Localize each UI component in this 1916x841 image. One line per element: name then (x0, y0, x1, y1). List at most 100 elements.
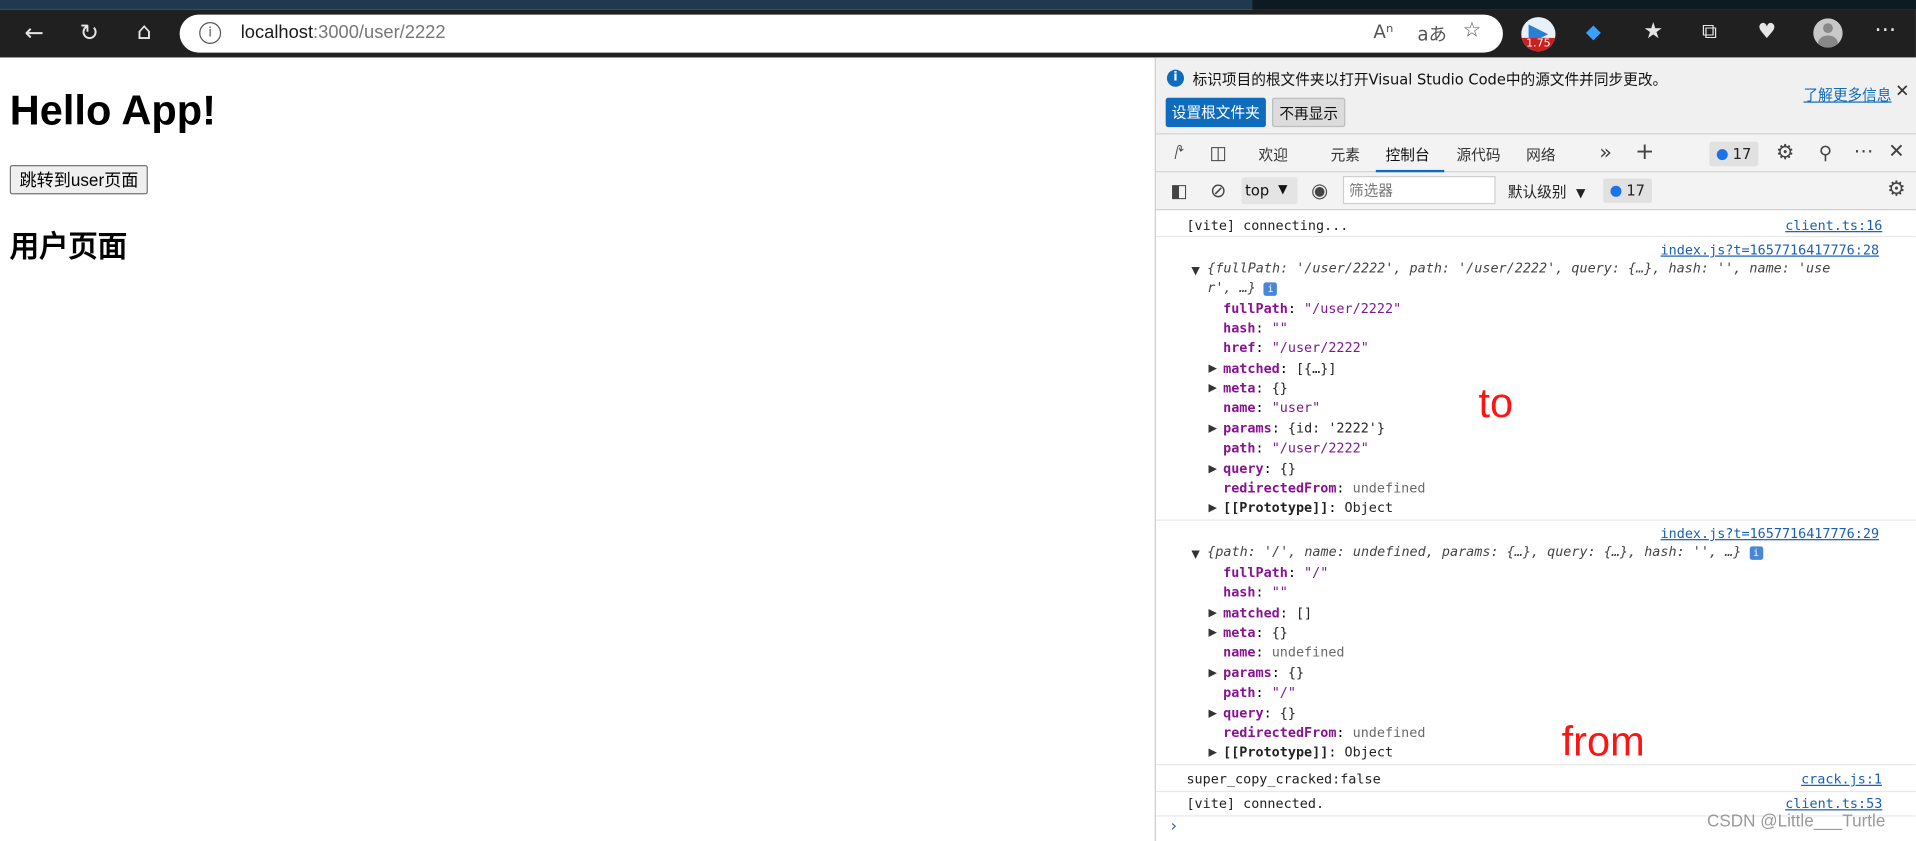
object-property[interactable]: meta: {} (1223, 380, 1288, 397)
issues-counter[interactable]: 17 (1709, 141, 1759, 167)
dont-show-again-button[interactable]: 不再显示 (1271, 97, 1346, 128)
clear-console-icon[interactable]: ⊘ (1206, 179, 1230, 202)
device-toolbar-icon[interactable]: ◫ (1206, 142, 1230, 164)
object-summary: r', …} i (1207, 280, 1278, 297)
collections-icon[interactable]: ⧉ (1694, 17, 1726, 46)
tab-welcome[interactable]: 欢迎 (1259, 144, 1288, 165)
page-title: Hello App! (9, 88, 216, 135)
console-prompt-icon[interactable]: › (1171, 818, 1177, 836)
context-select[interactable]: top ▼ (1241, 177, 1298, 205)
watermark: CSDN @Little___Turtle (1706, 810, 1886, 831)
object-property[interactable]: matched: [{…}] (1223, 361, 1336, 378)
source-link[interactable]: index.js?t=1657716417776:28 (1661, 242, 1879, 259)
expand-triangle-icon[interactable]: ▶ (1208, 625, 1216, 642)
avatar[interactable] (1813, 18, 1843, 48)
console-settings-icon[interactable]: ⚙ (1884, 178, 1908, 200)
favorite-add-icon[interactable]: ☆ (1463, 18, 1482, 42)
site-info-icon[interactable]: i (199, 22, 222, 45)
more-icon[interactable]: ⋯ (1870, 16, 1902, 45)
object-summary[interactable]: {fullPath: '/user/2222', path: '/user/22… (1207, 260, 1830, 277)
page-subtitle: 用户页面 (9, 231, 128, 265)
filter-input[interactable] (1342, 176, 1496, 205)
object-property[interactable]: matched: [] (1223, 605, 1312, 622)
console-message: [vite] connecting... client.ts:16 (1155, 211, 1916, 238)
info-icon: i (1166, 69, 1185, 87)
expand-triangle-icon[interactable]: ▶ (1208, 421, 1216, 438)
live-expression-icon[interactable]: ◉ (1307, 179, 1331, 202)
favorites-icon[interactable]: ★ (1637, 17, 1669, 46)
source-link[interactable]: crack.js:1 (1801, 771, 1882, 788)
browser-essentials-icon[interactable]: ♥ (1751, 17, 1783, 46)
jump-to-user-button[interactable]: 跳转到user页面 (9, 165, 149, 195)
source-link[interactable]: index.js?t=1657716417776:29 (1661, 526, 1879, 543)
devtools-tabbar: ⭚ ◫ 欢迎 元素 控制台 源代码 网络 » + 17 ⚙ ⚲ ⋯ ✕ (1155, 133, 1916, 173)
tab-elements[interactable]: 元素 (1331, 144, 1360, 165)
tab-sources[interactable]: 源代码 (1457, 144, 1501, 165)
object-property: name: undefined (1223, 644, 1345, 661)
object-property: hash: "" (1223, 584, 1288, 601)
source-link[interactable]: client.ts:16 (1785, 218, 1882, 235)
info-badge-icon: i (1263, 282, 1278, 296)
expand-triangle-icon[interactable]: ▶ (1208, 744, 1216, 761)
settings-icon[interactable]: ⚙ (1773, 142, 1797, 164)
devtools-infobar: i 标识项目的根文件夹以打开Visual Studio Code中的源文件并同步… (1155, 57, 1916, 134)
more-options-icon[interactable]: ⋯ (1851, 140, 1875, 163)
extension-badge: 1.75 (1521, 37, 1556, 52)
object-property[interactable]: [[Prototype]]: Object (1223, 500, 1393, 517)
console-toolbar: ◧ ⊘ top▼ ◉ 默认级别 ▼ 17 ⚙ (1155, 172, 1916, 211)
annotation-from: from (1561, 718, 1645, 766)
info-badge-icon: i (1749, 546, 1763, 560)
object-property: href: "/user/2222" (1223, 339, 1369, 356)
object-property[interactable]: meta: {} (1223, 625, 1288, 642)
close-devtools-icon[interactable]: ✕ (1884, 140, 1908, 163)
expand-triangle-icon[interactable]: ▼ (1191, 263, 1199, 280)
devtools-panel: i 标识项目的根文件夹以打开Visual Studio Code中的源文件并同步… (1154, 57, 1916, 841)
translate-icon[interactable]: aあ (1417, 21, 1447, 47)
browser-toolbar: ← ↻ ⌂ i localhost:3000/user/2222 Aⁿ aあ ☆… (0, 9, 1916, 58)
console-message: index.js?t=1657716417776:28 ▼ {fullPath:… (1155, 237, 1916, 521)
console-output: [vite] connecting... client.ts:16 index.… (1155, 211, 1916, 841)
log-level-select[interactable]: 默认级别 ▼ (1508, 181, 1586, 202)
back-icon[interactable]: ← (18, 18, 50, 47)
object-summary[interactable]: {path: '/', name: undefined, params: {…}… (1207, 544, 1763, 561)
expand-triangle-icon[interactable]: ▼ (1191, 546, 1199, 563)
home-icon[interactable]: ⌂ (128, 17, 160, 46)
console-message: index.js?t=1657716417776:29 ▼ {path: '/'… (1155, 521, 1916, 766)
infobar-message: 标识项目的根文件夹以打开Visual Studio Code中的源文件并同步更改… (1192, 70, 1668, 89)
object-property: fullPath: "/user/2222" (1223, 300, 1402, 317)
tab-console[interactable]: 控制台 (1386, 144, 1430, 165)
set-root-folder-button[interactable]: 设置根文件夹 (1165, 97, 1266, 128)
customize-icon[interactable]: ⚲ (1813, 142, 1837, 164)
expand-triangle-icon[interactable]: ▶ (1208, 461, 1216, 478)
console-message: super_copy_cracked:false crack.js:1 (1155, 765, 1916, 793)
more-tabs-icon[interactable]: » (1593, 142, 1617, 164)
expand-triangle-icon[interactable]: ▶ (1208, 361, 1216, 378)
object-property: fullPath: "/" (1223, 564, 1329, 581)
object-property[interactable]: query: {} (1223, 461, 1296, 478)
object-property[interactable]: [[Prototype]]: Object (1223, 744, 1393, 761)
expand-triangle-icon[interactable]: ▶ (1208, 380, 1216, 397)
learn-more-link[interactable]: 了解更多信息 (1804, 84, 1892, 105)
read-aloud-icon[interactable]: Aⁿ (1373, 21, 1393, 43)
add-tab-icon[interactable]: + (1632, 140, 1656, 163)
extension-icon[interactable]: 1.75 (1521, 17, 1556, 52)
tab-network[interactable]: 网络 (1526, 144, 1555, 165)
object-property: path: "/user/2222" (1223, 440, 1369, 456)
sidebar-toggle-icon[interactable]: ◧ (1167, 180, 1191, 202)
close-infobar-icon[interactable]: ✕ (1895, 82, 1909, 102)
reload-icon[interactable]: ↻ (73, 18, 105, 47)
expand-triangle-icon[interactable]: ▶ (1208, 665, 1216, 682)
address-bar[interactable]: i localhost:3000/user/2222 Aⁿ aあ ☆ (179, 14, 1503, 53)
address-text: localhost:3000/user/2222 (240, 22, 446, 43)
object-property: hash: "" (1223, 320, 1288, 337)
object-property[interactable]: query: {} (1223, 705, 1296, 722)
console-issues-counter[interactable]: 17 (1603, 178, 1653, 203)
gem-extension-icon[interactable]: ◆ (1577, 17, 1609, 46)
object-property[interactable]: params: {} (1223, 665, 1304, 682)
expand-triangle-icon[interactable]: ▶ (1208, 605, 1216, 622)
annotation-to: to (1478, 380, 1514, 427)
expand-triangle-icon[interactable]: ▶ (1208, 500, 1216, 517)
inspect-icon[interactable]: ⭚ (1167, 142, 1191, 164)
expand-triangle-icon[interactable]: ▶ (1208, 705, 1216, 722)
object-property[interactable]: params: {id: '2222'} (1223, 421, 1385, 438)
